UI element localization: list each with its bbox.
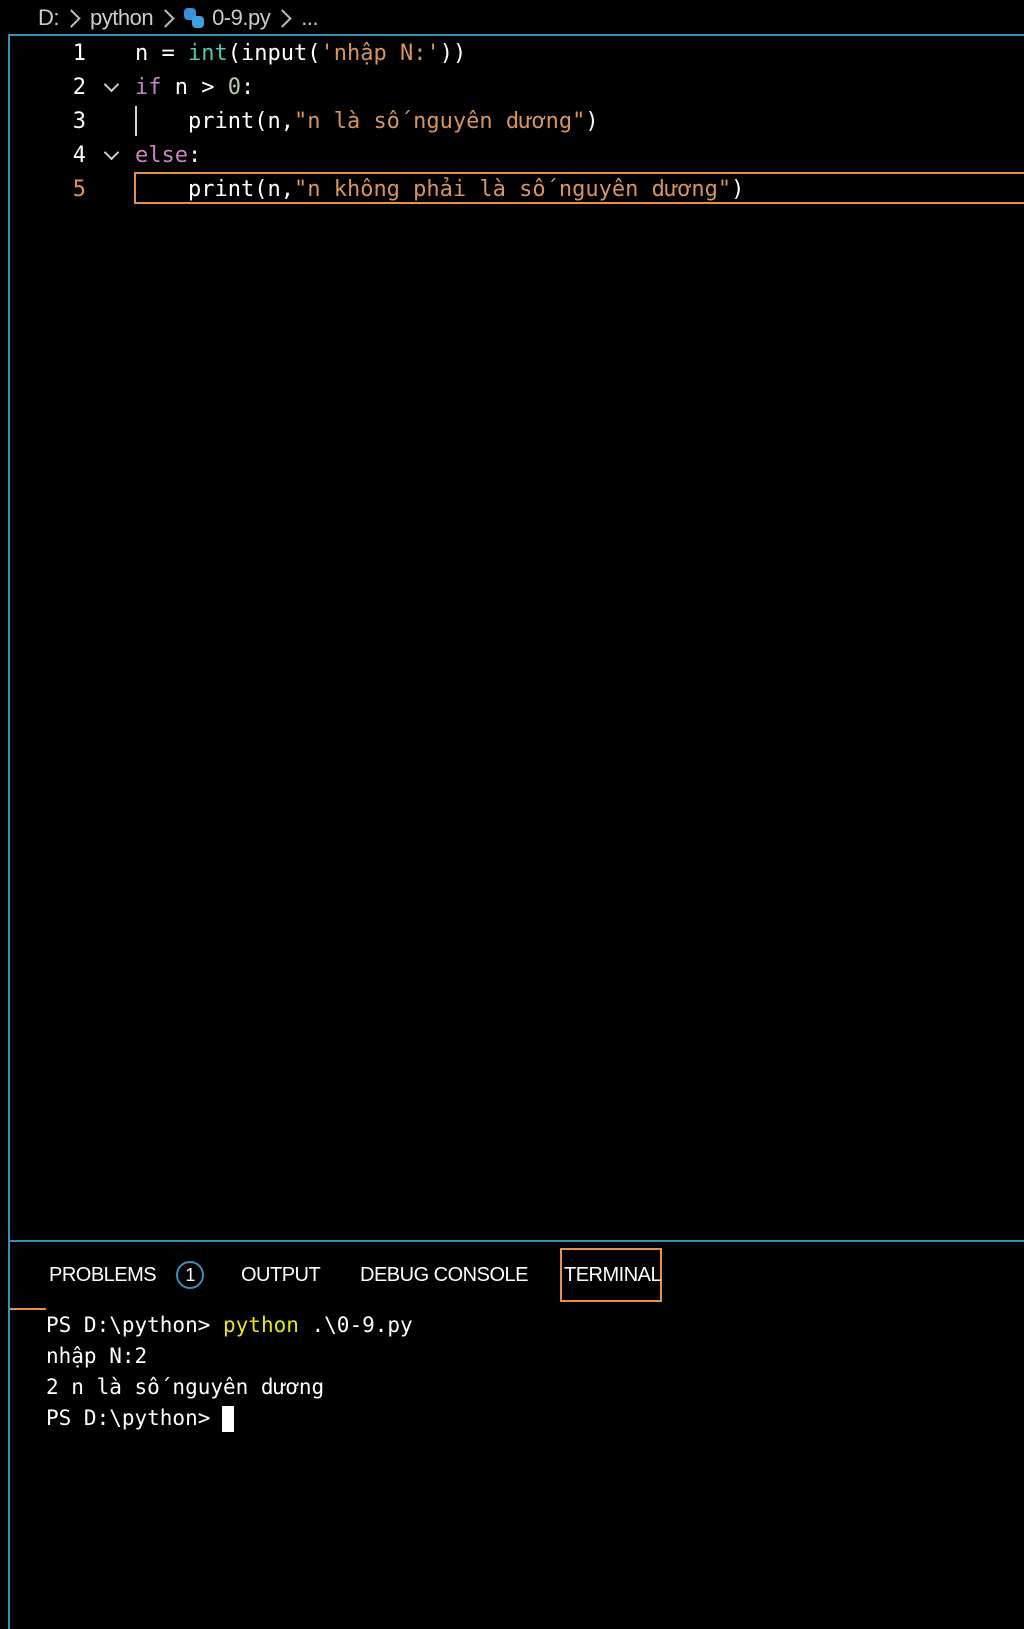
line-number-active[interactable]: 5 <box>10 177 86 202</box>
terminal-output[interactable]: PS D:\python> python .\0-9.py nhập N:2 2… <box>46 1310 1016 1434</box>
chevron-right-icon <box>273 8 292 28</box>
tab-debug-console-label: DEBUG CONSOLE <box>360 1263 528 1286</box>
terminal-cursor <box>222 1406 235 1432</box>
code-line[interactable]: 4 else: <box>10 138 1024 172</box>
chevron-down-icon[interactable] <box>103 76 120 93</box>
code-text[interactable]: if n > 0: <box>135 75 254 100</box>
code-token-var: n <box>135 40 162 66</box>
tab-output[interactable]: OUTPUT <box>241 1248 321 1302</box>
breadcrumb-file[interactable]: 0-9.py <box>212 5 271 31</box>
code-token-fn: print <box>135 176 255 202</box>
code-token-fn-builtin: int <box>188 40 228 66</box>
code-token-str: "n không phải là số nguyên dương" <box>293 176 732 202</box>
tab-output-label: OUTPUT <box>241 1263 321 1286</box>
python-file-icon <box>184 8 205 28</box>
code-token-str: 'nhập N:' <box>320 40 440 66</box>
terminal-line: PS D:\python> python .\0-9.py <box>46 1310 1016 1341</box>
tab-debug-console[interactable]: DEBUG CONSOLE <box>360 1248 528 1302</box>
terminal-line[interactable]: PS D:\python> <box>46 1403 1016 1434</box>
terminal-args: .\0-9.py <box>298 1313 413 1337</box>
code-token-fn: input <box>241 40 308 66</box>
code-token-kw: if <box>135 74 175 100</box>
code-token-punc: )) <box>439 40 467 66</box>
code-token-fn: print <box>135 108 255 134</box>
code-text[interactable]: else: <box>135 143 201 168</box>
panel-divider <box>8 1240 1024 1242</box>
code-text[interactable]: print(n,"n là số nguyên dương") <box>135 109 599 134</box>
panel-focus-indicator <box>10 1308 46 1310</box>
terminal-prompt: PS D:\python> <box>46 1406 211 1430</box>
terminal-command: python <box>223 1313 299 1337</box>
line-number[interactable]: 4 <box>10 143 86 168</box>
code-editor[interactable]: 1 n = int(input('nhập N:')) 2 if n > 0: … <box>10 36 1024 1241</box>
code-token-punc: (n, <box>254 108 294 134</box>
code-token-punc: : <box>187 142 202 168</box>
code-text[interactable]: n = int(input('nhập N:')) <box>135 41 466 66</box>
tab-problems-label: PROBLEMS <box>49 1263 157 1286</box>
code-token-kw: else <box>135 142 188 168</box>
line-number[interactable]: 1 <box>10 41 86 66</box>
code-line-current[interactable]: 5 print(n,"n không phải là số nguyên dươ… <box>10 172 1024 206</box>
chevron-down-icon[interactable] <box>103 144 120 161</box>
code-line[interactable]: 2 if n > 0: <box>10 70 1024 104</box>
code-token-var: n <box>174 74 202 100</box>
code-line[interactable]: 1 n = int(input('nhập N:')) <box>10 36 1024 70</box>
code-token-op: = <box>161 40 188 66</box>
code-token-punc: ( <box>307 40 321 66</box>
code-token-op: > <box>201 74 228 100</box>
tab-problems[interactable]: PROBLEMS 1 <box>49 1248 205 1302</box>
code-token-num: 0 <box>227 74 241 100</box>
chevron-right-icon <box>156 8 175 28</box>
code-line[interactable]: 3 print(n,"n là số nguyên dương") <box>10 104 1024 138</box>
code-token-punc: ( <box>227 40 241 66</box>
code-token-punc: ) <box>731 176 745 202</box>
code-token-punc: : <box>241 74 255 100</box>
code-text[interactable]: print(n,"n không phải là số nguyên dương… <box>135 177 744 202</box>
code-token-str: "n là số nguyên dương" <box>293 108 586 134</box>
line-number[interactable]: 3 <box>10 109 86 134</box>
code-token-punc: (n, <box>254 176 294 202</box>
terminal-line: nhập N:2 <box>46 1344 148 1368</box>
tab-terminal-label: TERMINAL <box>564 1263 662 1286</box>
terminal-line: 2 n là số nguyên dương <box>46 1375 325 1399</box>
terminal-prompt: PS D:\python> <box>46 1313 224 1337</box>
problems-count-badge: 1 <box>176 1261 205 1289</box>
tab-terminal[interactable]: TERMINAL <box>560 1248 662 1302</box>
chevron-right-icon <box>62 8 81 28</box>
line-number[interactable]: 2 <box>10 75 86 100</box>
panel-tabs: PROBLEMS 1 OUTPUT DEBUG CONSOLE TERMINAL <box>10 1248 1024 1304</box>
breadcrumb-folder[interactable]: python <box>90 5 154 31</box>
breadcrumb: D: python 0-9.py ... <box>38 2 319 34</box>
breadcrumb-more[interactable]: ... <box>301 5 318 31</box>
vscode-window: D: python 0-9.py ... 1 n = int(input('nh… <box>0 0 1024 1629</box>
breadcrumb-drive[interactable]: D: <box>38 5 60 31</box>
code-token-punc: ) <box>585 108 599 134</box>
